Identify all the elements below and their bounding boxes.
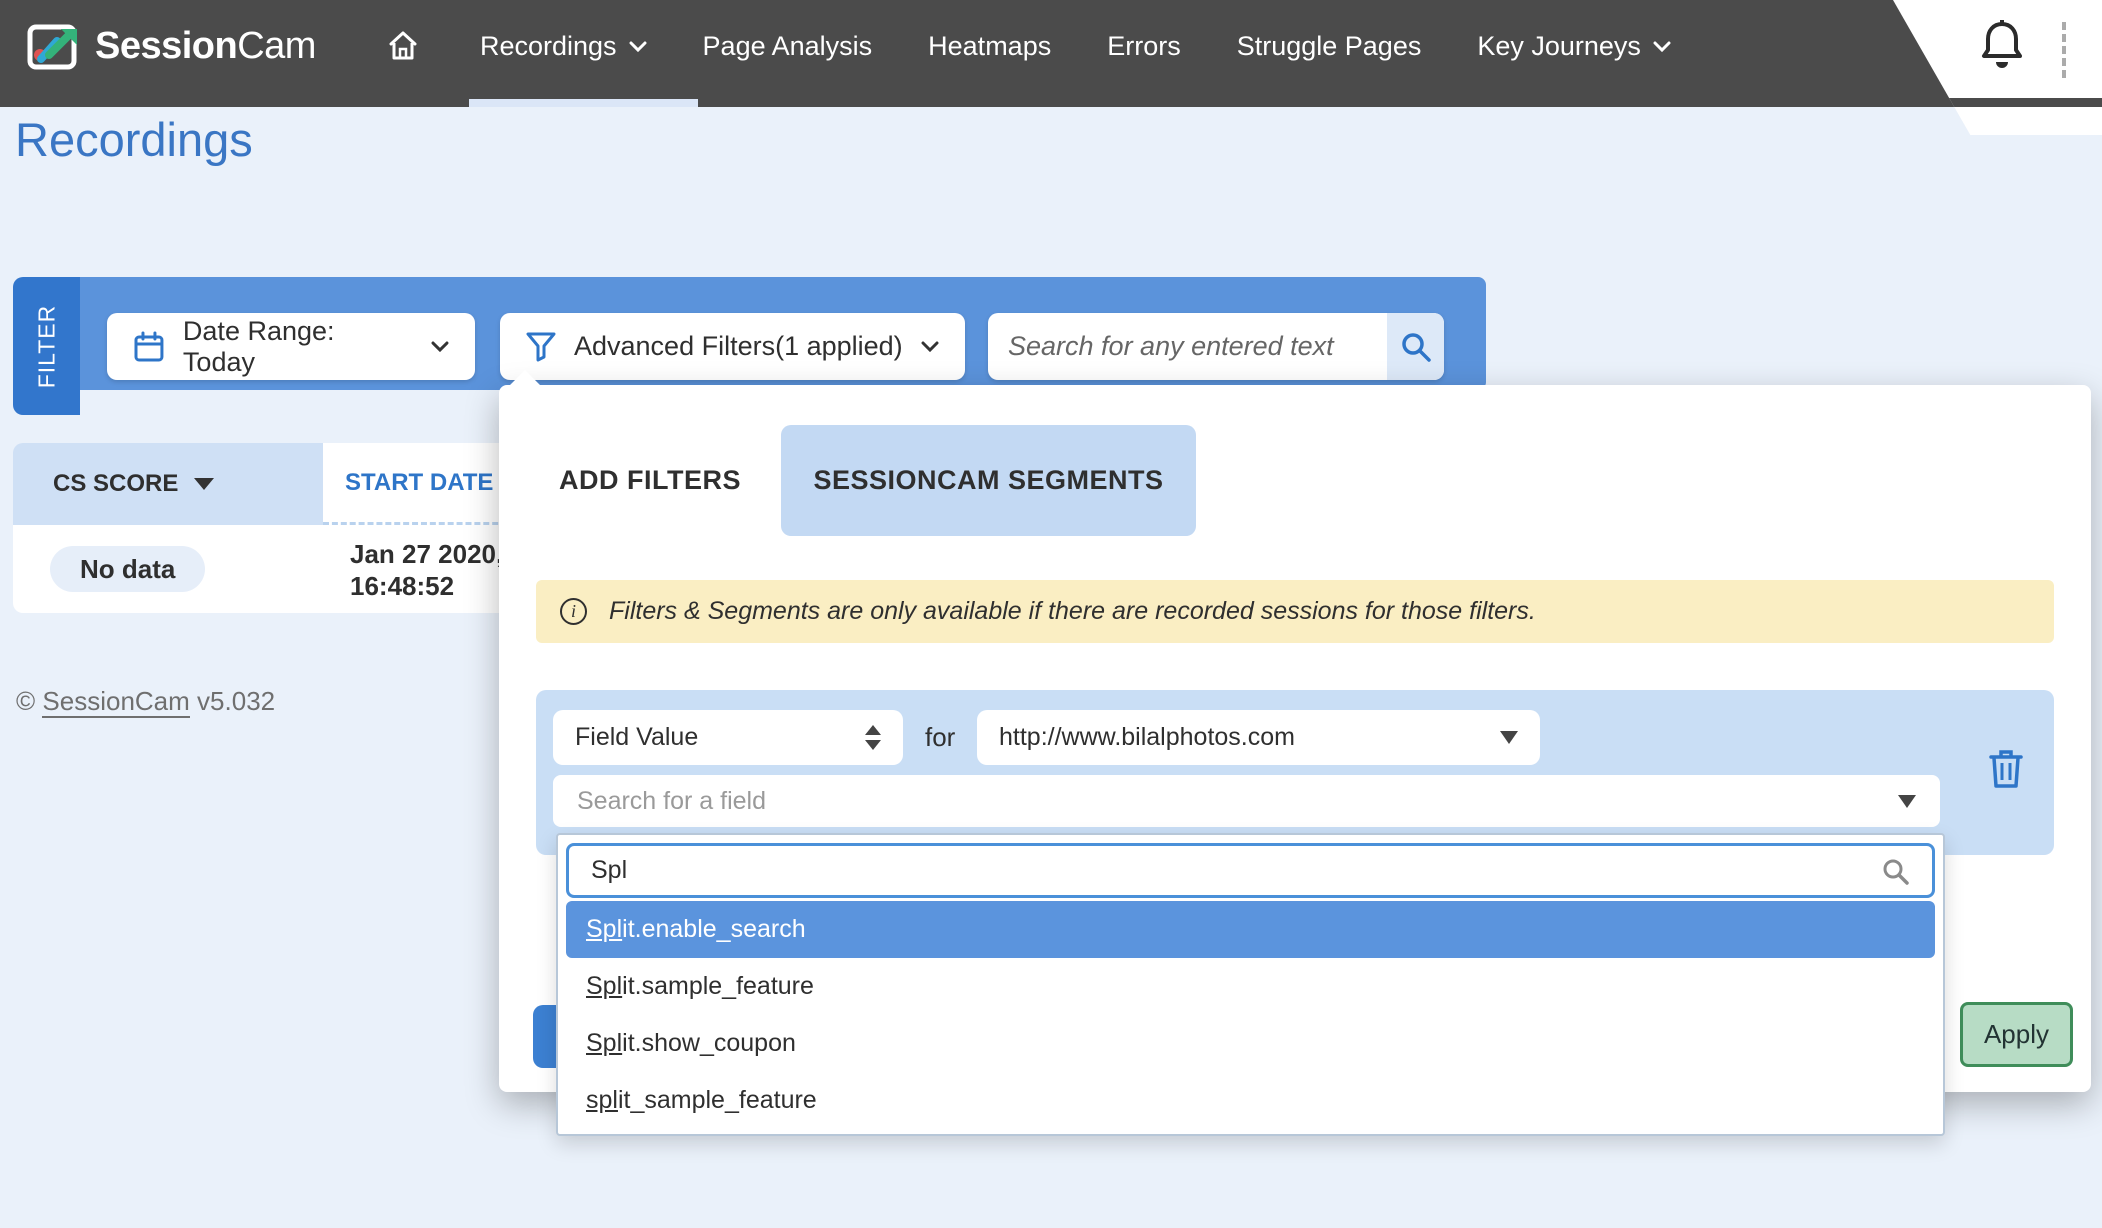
start-date-value: Jan 27 2020, 16:48:52 [350, 538, 503, 602]
drag-handle-icon[interactable] [2062, 22, 2066, 78]
filter-condition-row: Field Value for http://www.bilalphotos.c… [536, 690, 2054, 855]
apply-button[interactable]: Apply [1960, 1002, 2073, 1067]
chevron-down-icon [629, 41, 647, 52]
session-search-input[interactable] [988, 313, 1387, 380]
cs-score-badge: No data [50, 546, 205, 592]
chevron-down-icon [431, 341, 449, 352]
notice-text: Filters & Segments are only available if… [609, 597, 1536, 626]
autocomplete-options: Split.enable_search Split.sample_feature… [566, 901, 1935, 1129]
nav-item-struggle-pages[interactable]: Struggle Pages [1237, 31, 1422, 62]
search-icon [1399, 330, 1433, 364]
bell-icon [1979, 18, 2025, 74]
brand-name: SessionCam [95, 25, 316, 68]
field-search-combobox[interactable]: Search for a field [553, 775, 1940, 827]
brand-logo-group[interactable]: SessionCam [27, 19, 316, 73]
nav-item-errors[interactable]: Errors [1107, 31, 1181, 62]
active-nav-tab-indicator [469, 99, 698, 107]
modal-tabs: ADD FILTERS SESSIONCAM SEGMENTS [559, 425, 1196, 536]
home-icon [386, 29, 420, 63]
option-split-sample-feature[interactable]: Split.sample_feature [566, 958, 1935, 1015]
home-button[interactable] [386, 29, 420, 63]
option-split-enable-search[interactable]: Split.enable_search [566, 901, 1935, 958]
nav-item-heatmaps[interactable]: Heatmaps [928, 31, 1051, 62]
select-spinner-icon [865, 725, 881, 750]
obscured-blue-button[interactable] [533, 1005, 557, 1068]
trash-icon [1988, 748, 2024, 790]
page-title: Recordings [15, 112, 253, 167]
nav-item-page-analysis[interactable]: Page Analysis [703, 31, 873, 62]
combobox-arrow-icon [1898, 795, 1916, 808]
filter-bar: Date Range: Today Advanced Filters(1 app… [80, 277, 1486, 390]
chevron-down-icon [1653, 41, 1671, 52]
tab-add-filters[interactable]: ADD FILTERS [559, 465, 741, 496]
notice-banner: i Filters & Segments are only available … [536, 580, 2054, 643]
nav-item-recordings[interactable]: Recordings [480, 31, 647, 62]
sessioncam-logo-icon [27, 19, 81, 73]
calendar-icon [133, 331, 165, 363]
tab-sessioncam-segments[interactable]: SESSIONCAM SEGMENTS [781, 425, 1196, 536]
sort-caret-icon [194, 478, 214, 490]
for-label: for [925, 710, 955, 765]
option-split-sample-feature-lower[interactable]: split_sample_feature [566, 1072, 1935, 1129]
option-split-show-coupon[interactable]: Split.show_coupon [566, 1015, 1935, 1072]
notifications-button[interactable] [1979, 18, 2025, 74]
column-header-cs-score[interactable]: CS SCORE [13, 443, 323, 525]
field-type-select[interactable]: Field Value [553, 710, 903, 765]
select-arrow-icon [1500, 731, 1518, 744]
delete-filter-button[interactable] [1988, 748, 2024, 790]
info-icon: i [560, 598, 587, 625]
field-query-box [566, 843, 1935, 898]
site-select[interactable]: http://www.bilalphotos.com [977, 710, 1540, 765]
search-icon [1880, 856, 1910, 886]
search-button[interactable] [1387, 313, 1444, 380]
field-query-input[interactable] [591, 856, 1880, 885]
nav-item-key-journeys[interactable]: Key Journeys [1477, 31, 1671, 62]
navbar-edge [1893, 98, 2102, 107]
advanced-filters-button[interactable]: Advanced Filters(1 applied) [500, 313, 965, 380]
field-autocomplete-dropdown: Split.enable_search Split.sample_feature… [556, 833, 1945, 1136]
navbar-corner-panel [1893, 0, 2102, 135]
chevron-down-icon [921, 341, 939, 352]
footer-sessioncam-link[interactable]: SessionCam [42, 686, 189, 718]
field-search-placeholder: Search for a field [577, 787, 1898, 816]
funnel-icon [526, 331, 556, 363]
sessioncam-app: SessionCam Recordings Page Analysis Heat… [0, 0, 2102, 1228]
top-navbar: SessionCam Recordings Page Analysis Heat… [0, 0, 2102, 107]
session-search-box [988, 313, 1444, 380]
footer: © SessionCam v5.032 [16, 686, 275, 717]
filter-side-tab[interactable]: FILTER [13, 277, 80, 415]
advanced-filters-panel: ADD FILTERS SESSIONCAM SEGMENTS i Filter… [499, 385, 2091, 1092]
date-range-button[interactable]: Date Range: Today [107, 313, 475, 380]
